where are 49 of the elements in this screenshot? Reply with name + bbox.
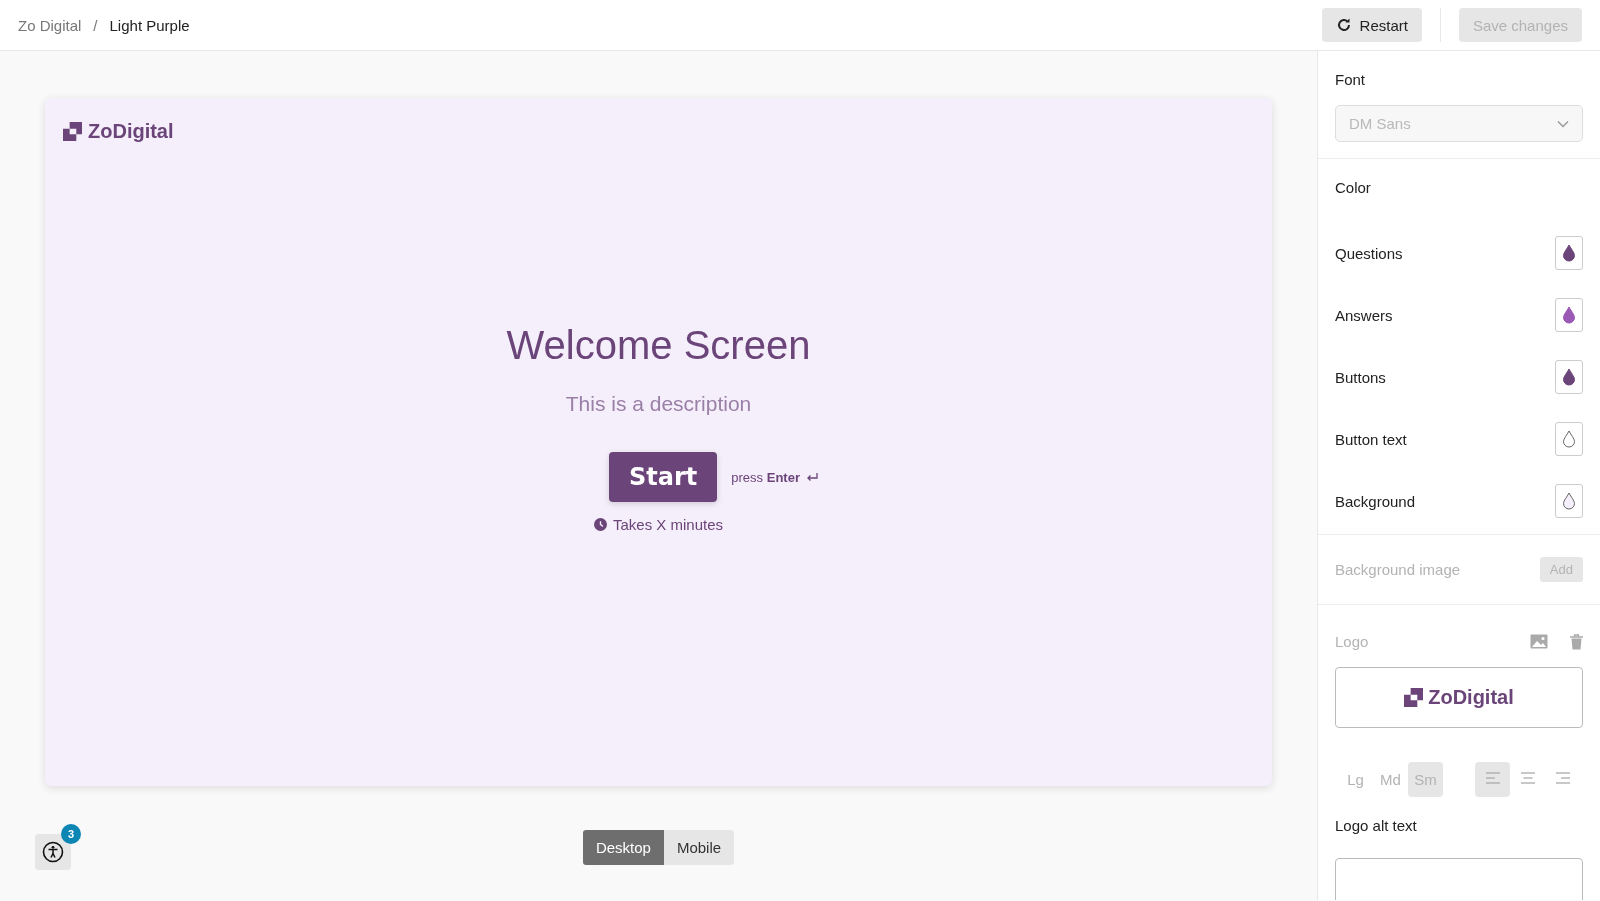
breadcrumb-item: Light Purple bbox=[109, 16, 190, 34]
restart-icon bbox=[1335, 17, 1352, 33]
logo-text: ZoDigital bbox=[88, 120, 174, 143]
welcome-description: This is a description bbox=[565, 392, 752, 416]
accessibility-icon bbox=[42, 841, 64, 863]
duration-text: Takes X minutes bbox=[612, 516, 723, 533]
color-swatch-button[interactable] bbox=[1555, 298, 1583, 332]
background-image-label: Background image bbox=[1335, 561, 1461, 578]
welcome-title: Welcome Screen bbox=[506, 323, 811, 368]
logo-label: Logo bbox=[1335, 633, 1370, 650]
logo-size-option[interactable]: Lg bbox=[1338, 762, 1373, 797]
drop-icon bbox=[1562, 430, 1576, 448]
color-swatch-button[interactable] bbox=[1555, 236, 1583, 270]
align-right-icon bbox=[1553, 771, 1572, 785]
chevron-down-icon bbox=[1557, 119, 1569, 128]
logo-text: ZoDigital bbox=[1428, 686, 1514, 709]
color-label: Questions bbox=[1335, 244, 1403, 262]
logo-icon bbox=[63, 122, 82, 141]
image-icon[interactable] bbox=[1530, 634, 1548, 649]
press-enter-hint: press Enter bbox=[731, 469, 800, 485]
drop-icon bbox=[1562, 244, 1576, 262]
align-left-icon bbox=[1483, 771, 1502, 785]
color-label: Buttons bbox=[1335, 368, 1386, 386]
clock-icon bbox=[593, 518, 607, 531]
notification-badge: 3 bbox=[61, 824, 81, 844]
drop-icon bbox=[1562, 306, 1576, 324]
drop-icon bbox=[1562, 368, 1576, 386]
color-label: Answers bbox=[1335, 306, 1393, 324]
align-center-icon bbox=[1518, 771, 1537, 785]
view-toggle-tab[interactable]: Desktop bbox=[582, 830, 664, 865]
section-label: Color bbox=[1335, 179, 1372, 196]
drop-icon bbox=[1562, 492, 1576, 510]
return-key-icon bbox=[805, 471, 818, 483]
logo-alt-text-field[interactable] bbox=[1335, 858, 1583, 900]
color-swatch-button[interactable] bbox=[1555, 422, 1583, 456]
trash-icon[interactable] bbox=[1570, 633, 1583, 650]
color-swatch-button[interactable] bbox=[1555, 484, 1583, 518]
color-label: Background bbox=[1335, 492, 1416, 510]
color-swatch-button[interactable] bbox=[1555, 360, 1583, 394]
logo-alt-text-label: Logo alt text bbox=[1335, 817, 1418, 834]
breadcrumb-separator: / bbox=[93, 16, 98, 34]
section-label: Font bbox=[1335, 71, 1366, 88]
view-toggle-tab[interactable]: Mobile bbox=[663, 830, 735, 865]
start-button[interactable]: Start bbox=[609, 452, 718, 502]
color-label: Button text bbox=[1335, 430, 1407, 448]
logo-size-option[interactable]: Md bbox=[1373, 762, 1408, 797]
breadcrumb-item[interactable]: Zo Digital bbox=[18, 16, 82, 34]
restart-button[interactable]: Restart bbox=[1321, 8, 1422, 42]
logo-icon bbox=[1404, 688, 1424, 707]
